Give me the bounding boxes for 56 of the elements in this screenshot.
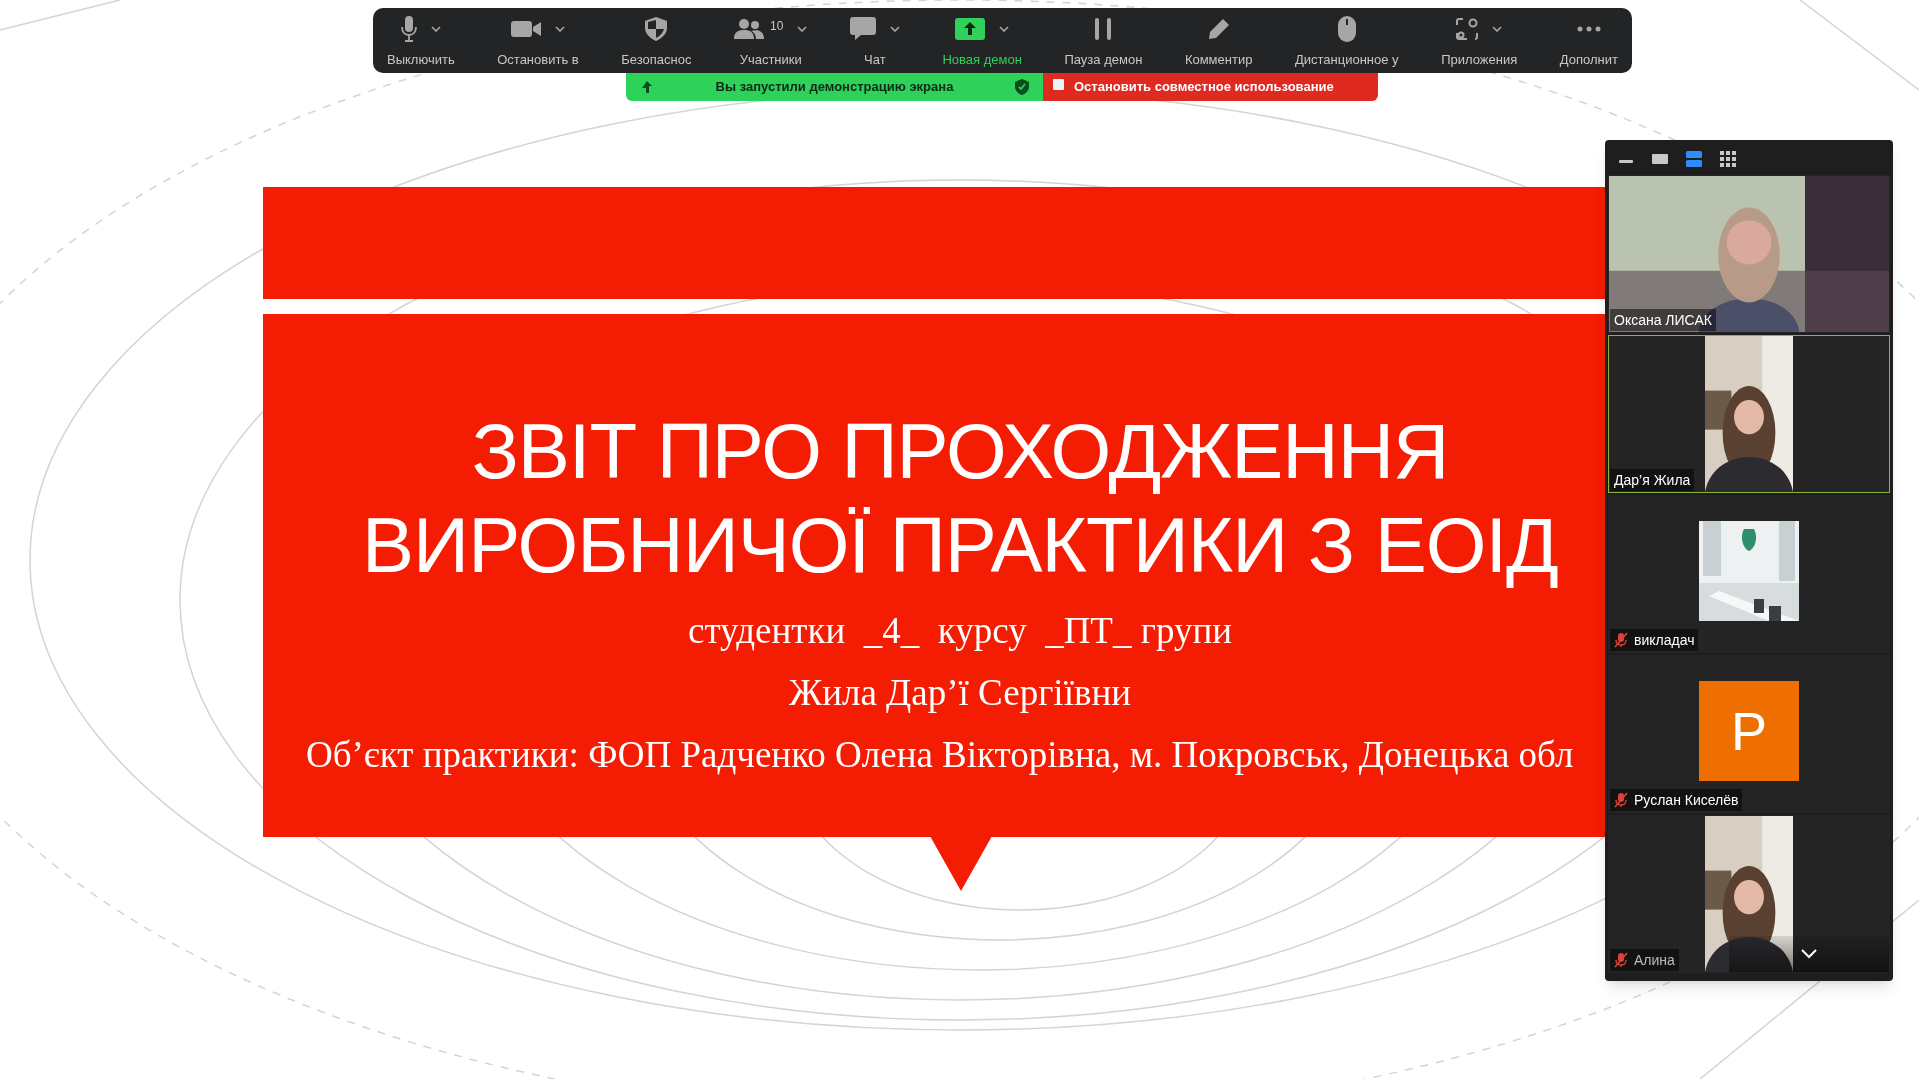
more-icon	[1576, 25, 1601, 32]
chat-bubble-icon	[849, 16, 876, 41]
caret-icon[interactable]	[999, 25, 1010, 32]
grid-view-icon[interactable]	[1719, 149, 1737, 168]
video-tile[interactable]: Оксана ЛИСАК	[1608, 175, 1890, 333]
slide-title-line: ВИРОБНИЧОЇ ПРАКТИКИ З ЕОІД	[362, 500, 1558, 591]
toolbar-button[interactable]: Дистанционное у	[1290, 8, 1403, 73]
apps-icon	[1456, 17, 1479, 40]
toolbar-button[interactable]: Чат	[845, 8, 904, 73]
participant-count: 10	[770, 17, 784, 35]
toolbar-button[interactable]: Дополнит	[1555, 8, 1622, 73]
muted-microphone-icon	[1614, 952, 1628, 968]
pencil-icon	[1207, 17, 1230, 40]
caret-icon[interactable]	[430, 25, 441, 32]
caret-icon[interactable]	[797, 25, 808, 32]
participant-name: Оксана ЛИСАК	[1614, 310, 1712, 330]
video-camera-icon	[510, 19, 541, 38]
strip-view-icon[interactable]	[1685, 149, 1703, 168]
toolbar-button[interactable]: Комментир	[1180, 8, 1257, 73]
toolbar-button[interactable]: Пауза демон	[1060, 8, 1147, 73]
pause-icon	[1094, 17, 1113, 40]
share-status-text: Вы запустили демонстрацию экрана	[714, 78, 955, 97]
video-tile[interactable]: Дар’я Жила	[1608, 335, 1890, 493]
mouse-icon	[1337, 15, 1356, 42]
participant-name: викладач	[1634, 630, 1695, 650]
muted-microphone-icon	[1614, 792, 1628, 808]
participant-name: Руслан Киселёв	[1634, 790, 1739, 810]
avatar-initial: Р	[1699, 681, 1799, 781]
caret-icon[interactable]	[554, 25, 565, 32]
microphone-icon	[400, 15, 417, 42]
toolbar-button[interactable]: Новая демон	[938, 8, 1026, 73]
muted-microphone-icon	[1614, 632, 1628, 648]
toolbar-button[interactable]: Остановить в	[493, 8, 583, 73]
video-tile[interactable]: Алина	[1608, 815, 1890, 973]
stop-square-icon	[1053, 78, 1064, 90]
slide-title-line: ЗВІТ ПРО ПРОХОДЖЕННЯ	[471, 406, 1449, 497]
caret-icon[interactable]	[889, 25, 900, 32]
scroll-down-icon[interactable]	[1801, 949, 1817, 959]
stop-sharing-button[interactable]: Остановить совместное использование	[1043, 73, 1378, 101]
video-tile[interactable]: викладач	[1608, 495, 1890, 653]
people-icon	[734, 17, 764, 40]
share-screen-icon	[955, 17, 986, 40]
slide-subtitle-line: Жила Дар’ї Сергіївни	[789, 672, 1131, 714]
participant-name: Алина	[1634, 950, 1675, 970]
shield-check-icon	[1015, 79, 1029, 95]
shield-icon	[645, 16, 668, 41]
video-tile[interactable]: Р Руслан Киселёв	[1608, 655, 1890, 813]
caret-icon[interactable]	[1492, 25, 1503, 32]
toolbar-button[interactable]: 10 Участники	[730, 8, 812, 73]
toolbar-button[interactable]: Выключить	[383, 8, 459, 73]
toolbar-button[interactable]: Приложения	[1437, 8, 1522, 73]
participant-name: Дар’я Жила	[1614, 470, 1691, 490]
slide-subtitle-line: студентки _4_ курсу _ПТ_ групи	[688, 610, 1232, 652]
slide-subtitle-line: Об’єкт практики: ФОП Радченко Олена Вікторівна, м. Покровськ, Донецька обл	[306, 734, 1574, 776]
share-arrow-icon	[640, 80, 654, 94]
toolbar-button[interactable]: Безопаснос	[617, 8, 696, 73]
